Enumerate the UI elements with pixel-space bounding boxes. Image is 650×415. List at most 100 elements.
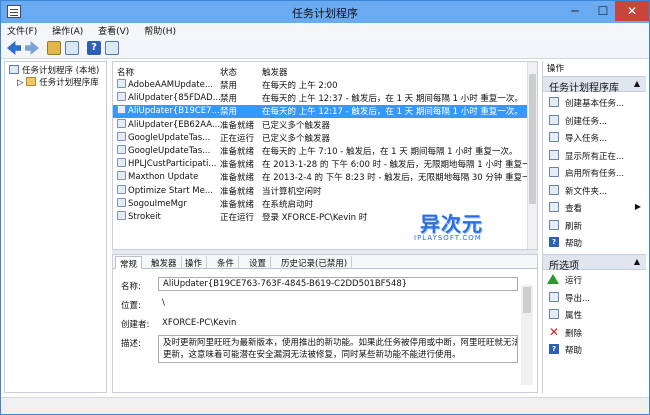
actions-header: 操作	[547, 64, 565, 74]
task-row[interactable]: Optimize Start Me... 准备就绪 当计算机空闲时	[113, 184, 527, 198]
folder-icon	[26, 77, 37, 86]
run-icon	[547, 274, 559, 284]
action-item[interactable]: 启用所有任务...	[543, 165, 646, 180]
action-item[interactable]: 创建基本任务...	[543, 95, 646, 110]
action-item[interactable]: ✕ 删除	[543, 325, 646, 340]
tab-actions[interactable]: 操作	[181, 256, 208, 269]
expand-arrow-icon[interactable]: ▷	[17, 78, 24, 88]
column-name[interactable]: 名称	[117, 66, 134, 78]
view-icon	[549, 202, 559, 212]
task-trigger: 当计算机空闲时	[262, 186, 322, 197]
menu-help[interactable]: 帮助(H)	[138, 23, 182, 38]
task-status: 准备就绪	[220, 186, 255, 197]
maximize-button[interactable]: ☐	[589, 1, 617, 21]
task-name: Optimize Start Me...	[117, 184, 221, 196]
task-list-scrollbar[interactable]	[527, 62, 537, 249]
action-item[interactable]: 属性	[543, 307, 646, 322]
create-basic-task-icon	[549, 97, 559, 107]
task-name: HPLJCustParticipati...	[117, 158, 221, 169]
toolbar: ?	[1, 38, 649, 59]
task-trigger: 登录 XFORCE-PC\Kevin 时	[262, 213, 368, 223]
task-icon	[117, 184, 126, 194]
tab-history[interactable]: 历史记录(已禁用)	[277, 256, 353, 269]
action-item[interactable]: ? 帮助	[543, 342, 646, 357]
detail-scrollbar[interactable]	[521, 285, 533, 385]
forward-arrow-icon[interactable]	[25, 41, 39, 55]
create-task-icon	[549, 114, 559, 125]
task-row[interactable]: AliUpdater{EB62AA... 准备就绪 已定义多个触发器	[113, 118, 527, 132]
tab-general[interactable]: 常规	[115, 256, 143, 270]
tab-triggers[interactable]: 触发器	[147, 256, 182, 269]
task-history-icon	[549, 167, 559, 177]
name-field[interactable]: AliUpdater{B19CE763-763F-4845-B619-C2DD5…	[158, 277, 518, 291]
action-item[interactable]: 导出...	[543, 290, 646, 305]
scroll-thumb[interactable]	[529, 74, 536, 204]
column-trigger[interactable]: 触发器	[262, 66, 288, 78]
task-name: AliUpdater{EB62AA...	[117, 118, 221, 130]
task-row[interactable]: Maxthon Update 准备就绪在 2013-2-4 的 下午 8:23 时…	[113, 171, 537, 184]
status-bar	[1, 397, 649, 414]
tree-root[interactable]: 任务计划程序 (本地)	[9, 64, 99, 76]
task-status: 准备就绪	[220, 199, 255, 210]
tab-conditions[interactable]: 条件	[213, 256, 240, 269]
task-trigger: 在每天的 上午 12:37 - 触发后，在 1 天 期间每隔 1 小时 重复一次…	[262, 94, 523, 105]
task-scheduler-window: 任务计划程序 ─ ☐ ✕ 文件(F) 操作(A) 查看(V) 帮助(H) ? 任…	[0, 0, 650, 415]
back-arrow-icon[interactable]	[7, 41, 21, 55]
menu-view[interactable]: 查看(V)	[92, 23, 135, 38]
task-trigger: 在系统启动时	[262, 199, 314, 210]
description-field[interactable]: 及时更新阿里旺旺为最新版本，使用推出的新功能。如果此任务被停用或中断，阿里旺旺就…	[158, 335, 518, 363]
task-name: AdobeAAMUpdate...	[117, 79, 221, 90]
description-line-2: 更新，这意味着可能潜在安全漏洞无法被修复，同时某些新功能不能进行使用。	[163, 350, 461, 360]
column-status[interactable]: 状态	[220, 66, 237, 78]
tab-settings[interactable]: 设置	[245, 256, 272, 269]
action-item[interactable]: 查看 ▶	[543, 200, 646, 215]
new-folder-icon	[549, 184, 559, 195]
action-item[interactable]: ? 帮助	[543, 235, 646, 250]
title-bar[interactable]: 任务计划程序 ─ ☐ ✕	[1, 1, 649, 23]
task-status: 禁用	[220, 94, 238, 105]
task-status: 准备就绪	[220, 120, 255, 131]
task-status: 禁用	[220, 81, 238, 91]
close-button[interactable]: ✕	[615, 1, 649, 21]
menu-action[interactable]: 操作(A)	[46, 23, 89, 38]
task-row[interactable]: HPLJCustParticipati... 准备就绪在 2013-1-28 的 …	[113, 158, 537, 171]
task-row[interactable]: AdobeAAMUpdate... 禁用 在每天的 上午 2:00	[113, 79, 527, 92]
minimize-button[interactable]: ─	[561, 1, 589, 21]
task-trigger: 在每天的 上午 12:17 - 触发后，在 1 天 期间每隔 1 小时 重复一次…	[262, 107, 523, 118]
actions-group-selected[interactable]: 所选项 ▲	[543, 254, 646, 272]
task-icon	[117, 197, 126, 207]
collapse-arrow-icon[interactable]: ▲	[634, 79, 640, 88]
action-item[interactable]: 导入任务...	[543, 130, 646, 145]
detail-tabs: 常规 触发器 操作 条件 设置 历史记录(已禁用)	[113, 255, 537, 270]
tree-library[interactable]: ▷ 任务计划程序库	[17, 76, 99, 88]
navigation-tree: 任务计划程序 (本地) ▷ 任务计划程序库	[4, 61, 107, 393]
running-tasks-icon	[549, 149, 559, 160]
task-row[interactable]: AliUpdater{B19CE7... 禁用 在每天的 上午 12:17 - 触发…	[113, 105, 527, 119]
task-name: GoogleUpdateTas...	[117, 145, 221, 156]
author-label: 创建者:	[121, 320, 150, 330]
detail-scroll-thumb[interactable]	[523, 287, 531, 313]
show-hide-tree-icon[interactable]	[65, 41, 79, 55]
action-item[interactable]: 显示所有正在...	[543, 148, 646, 163]
task-row[interactable]: GoogleUpdateTas... 正在运行 已定义多个触发器	[113, 131, 527, 145]
task-status: 准备就绪	[220, 173, 255, 184]
task-trigger: 在 2013-1-28 的 下午 6:00 时 - 触发后，无限期地每隔 1 小…	[262, 160, 538, 171]
action-item[interactable]: 新文件夹...	[543, 183, 646, 198]
task-list-header: 名称 状态 触发器	[113, 65, 537, 78]
task-row[interactable]: AliUpdater{85FDAD... 禁用 在每天的 上午 12:37 - 触发…	[113, 92, 527, 105]
up-folder-icon[interactable]	[47, 41, 61, 55]
collapse-arrow-icon[interactable]: ▲	[634, 257, 640, 266]
menu-file[interactable]: 文件(F)	[1, 23, 43, 38]
action-item[interactable]: 刷新	[543, 218, 646, 233]
action-item[interactable]: 创建任务...	[543, 113, 646, 128]
actions-group-library[interactable]: 任务计划程序库 ▲	[543, 76, 646, 94]
task-trigger: 已定义多个触发器	[262, 120, 331, 131]
help-icon: ?	[549, 237, 559, 247]
task-icon	[117, 131, 126, 141]
show-action-pane-icon[interactable]	[105, 41, 119, 55]
task-row[interactable]: GoogleUpdateTas... 准备就绪 在每天的 上午 7:10 - 触发后…	[113, 145, 527, 158]
help-icon[interactable]: ?	[87, 41, 101, 55]
task-status: 准备就绪	[220, 147, 255, 157]
task-status: 正在运行	[220, 133, 255, 144]
action-item[interactable]: 运行	[543, 272, 646, 287]
